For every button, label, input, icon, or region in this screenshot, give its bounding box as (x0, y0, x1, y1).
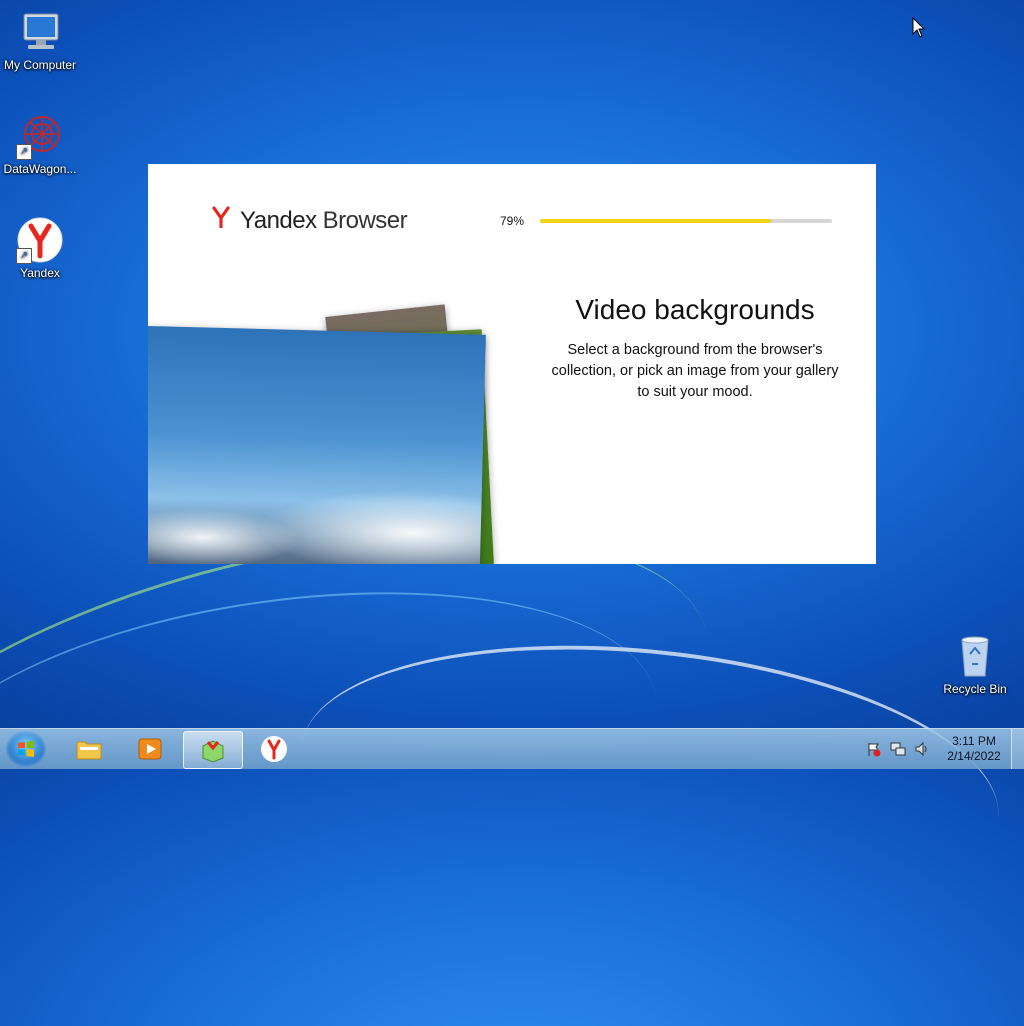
brand-name: Yandex (240, 206, 317, 234)
system-tray: 3:11 PM 2/14/2022 (862, 729, 1024, 769)
background-preview-image (148, 326, 486, 564)
progress-percent: 79% (500, 214, 525, 228)
desktop-icon-label: My Computer (3, 58, 77, 72)
network-icon[interactable] (890, 741, 906, 757)
volume-icon[interactable] (914, 741, 930, 757)
desktop-icon-label: Yandex (20, 266, 60, 280)
brand-product: Browser (322, 206, 408, 234)
wallpaper-swoosh (288, 614, 1012, 950)
windows-logo-icon (18, 740, 34, 757)
installer-icon (202, 740, 224, 763)
yandex-logo-icon (212, 206, 230, 235)
desktop-icon-my-computer[interactable]: My Computer (0, 8, 80, 72)
taskbar: 3:11 PM 2/14/2022 (0, 728, 1024, 769)
recycle-bin-icon (951, 632, 999, 680)
action-center-flag-icon[interactable] (866, 741, 882, 757)
desktop-icon-label: Recycle Bin (943, 682, 1007, 696)
mouse-cursor-icon (912, 16, 926, 44)
desktop-icon-datawagon[interactable]: ↗ DataWagon... (0, 112, 80, 176)
folder-icon (76, 741, 102, 760)
show-desktop-button[interactable] (1011, 729, 1024, 769)
yandex-browser-logo: Yandex Browser (212, 206, 408, 235)
progress-bar (540, 219, 832, 223)
desktop-icon-yandex[interactable]: ↗ Yandex (0, 216, 80, 280)
media-player-icon (138, 738, 162, 760)
taskbar-clock[interactable]: 3:11 PM 2/14/2022 (936, 734, 1012, 764)
datawagon-icon: ↗ (16, 112, 64, 160)
taskbar-installer-button[interactable] (183, 731, 243, 769)
yandex-icon: ↗ (16, 216, 64, 264)
slide-description: Select a background from the browser's c… (551, 342, 839, 400)
shortcut-arrow-icon: ↗ (16, 144, 32, 160)
clock-time: 3:11 PM (952, 734, 996, 748)
start-button[interactable] (6, 731, 46, 767)
slide-headline: Video backgrounds (575, 294, 815, 325)
computer-icon (16, 8, 64, 56)
yandex-installer-window: Yandex Browser 79% Video backgrounds Sel… (148, 164, 876, 564)
yandex-icon (261, 736, 287, 762)
progress-bar-fill (540, 219, 771, 223)
taskbar-yandex-button[interactable] (245, 731, 303, 767)
taskbar-media-player-button[interactable] (121, 731, 179, 767)
taskbar-explorer-button[interactable] (60, 731, 118, 767)
clock-date: 2/14/2022 (947, 749, 1001, 763)
shortcut-arrow-icon: ↗ (16, 248, 32, 264)
desktop-icon-recycle-bin[interactable]: Recycle Bin (935, 632, 1015, 696)
desktop-icon-label: DataWagon... (3, 162, 77, 176)
